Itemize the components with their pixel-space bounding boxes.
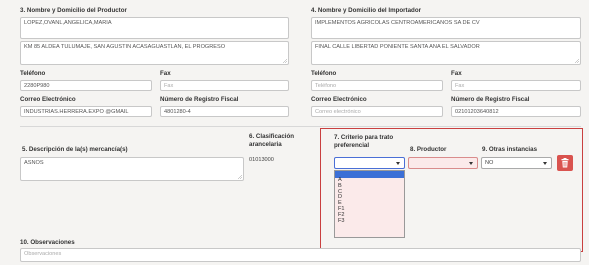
importer-email-field[interactable]: Correo electrónico [311,106,443,117]
other-instances-select[interactable]: NO [481,157,552,169]
resize-grip-icon[interactable] [282,58,287,63]
tariff-value: 01013000 [249,157,274,163]
chevron-down-icon [469,162,473,165]
producer-address-text: KM 85 ALDEA TULUMAJE, SAN AGUSTIN ACASAG… [24,44,226,50]
producer-phone-label: Teléfono [20,70,46,77]
importer-email-label: Correo Electrónico [311,96,367,103]
importer-section-title: 4. Nombre y Domicilio del Importador [311,7,422,14]
observations-field[interactable]: Observaciones [20,248,581,262]
importer-address-field[interactable]: FINAL CALLE LIBERTAD PONIENTE SANTA ANA … [311,41,581,65]
importer-name-field[interactable]: IMPLEMENTOS AGRICOLAS CENTROAMERICANOS S… [311,17,581,39]
importer-tax-label: Número de Registro Fiscal [451,96,530,103]
producer-section-title: 3. Nombre y Domicilio del Productor [20,7,127,14]
chevron-down-icon [543,162,547,165]
importer-fax-label: Fax [451,70,462,77]
goods-description-text: ASNOS [24,160,44,166]
resize-grip-icon[interactable] [237,174,242,179]
producer-tax-label: Número de Registro Fiscal [160,96,239,103]
producer-fax-label: Fax [160,70,171,77]
producer-email-label: Correo Electrónico [20,96,76,103]
importer-fax-field[interactable]: Fax [451,80,581,91]
criterion-option[interactable] [335,171,404,178]
producer-address-field[interactable]: KM 85 ALDEA TULUMAJE, SAN AGUSTIN ACASAG… [20,41,289,65]
producer-select[interactable] [408,157,478,169]
criterion-select[interactable] [334,157,405,169]
tariff-header-line1: 6. Clasificación [249,133,295,140]
importer-phone-label: Teléfono [311,70,337,77]
producer-name-field[interactable]: LOPEZ,OVANL,ANGELICA,MARIA [20,17,289,39]
tariff-header-line2: arancelaria [249,141,282,148]
producer-tax-field[interactable]: 4801280-4 [160,106,289,117]
goods-description-field[interactable]: ASNOS [20,157,244,181]
chevron-down-icon [396,162,400,165]
producer-fax-field[interactable]: Fax [160,80,289,91]
resize-grip-icon[interactable] [574,58,579,63]
criterion-dropdown-list: A B C D E F1 F2 F3 [334,170,405,238]
importer-address-text: FINAL CALLE LIBERTAD PONIENTE SANTA ANA … [315,44,480,50]
observations-label: 10. Observaciones [20,239,75,246]
criterion-option[interactable]: F3 [335,218,404,225]
other-instances-value: NO [485,160,494,166]
trash-icon [561,158,569,168]
importer-tax-field[interactable]: 02101203640812 [451,106,581,117]
goods-description-header: 5. Descripción de la(s) mercancía(s) [22,146,128,153]
producer-phone-field[interactable]: 2280P980 [20,80,152,91]
producer-email-field[interactable]: INDUSTRIAS.HERRERA.EXPO @GMAIL [20,106,152,117]
delete-row-button[interactable] [557,155,573,171]
divider [20,126,581,127]
importer-phone-field[interactable]: Teléfono [311,80,443,91]
